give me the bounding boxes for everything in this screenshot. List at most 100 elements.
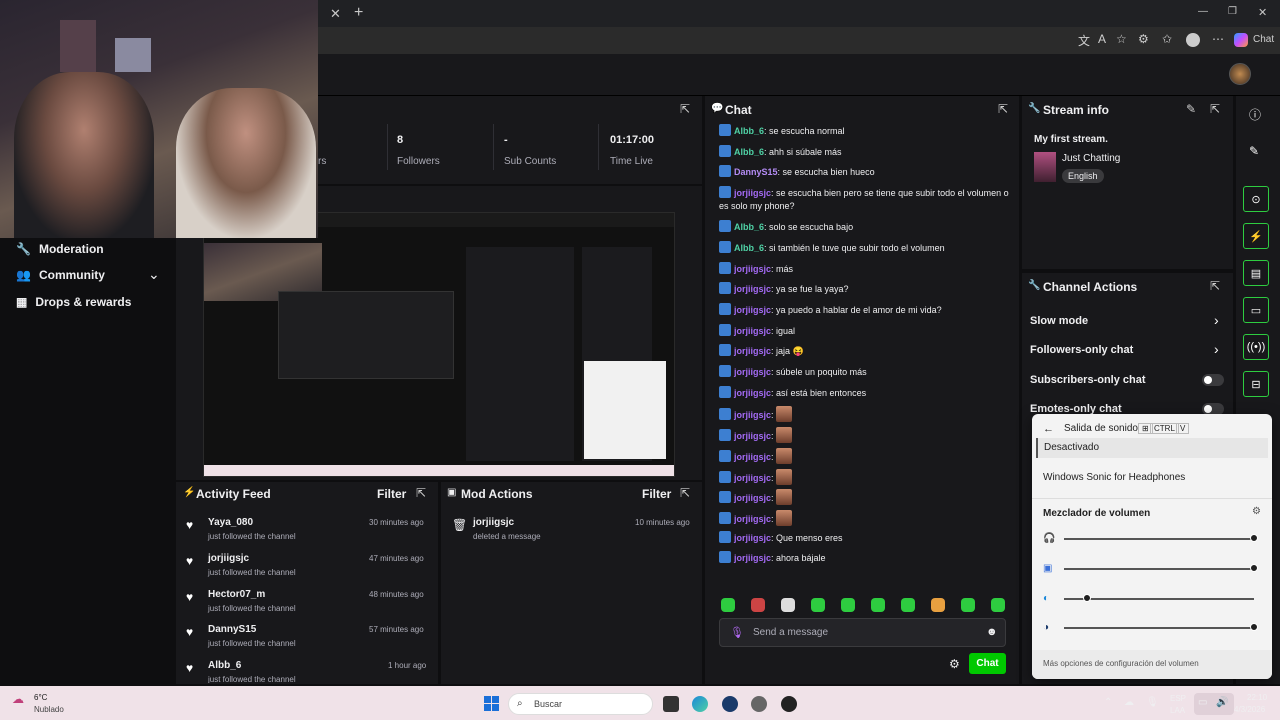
favorites-icon[interactable]: ✩	[1162, 32, 1172, 46]
emote-button[interactable]	[961, 598, 975, 612]
chat-username[interactable]: jorjiigsjc	[734, 473, 771, 483]
activity-feed-filter-button[interactable]: Filter	[377, 487, 406, 501]
feed-item-name[interactable]: jorjiigsjc	[208, 553, 249, 564]
pencil-icon[interactable]: ✎	[1249, 144, 1259, 158]
volume-slider-knob[interactable]	[1082, 594, 1091, 602]
language-top[interactable]: ESP	[1170, 694, 1186, 703]
chat-username[interactable]: jorjiigsjc	[734, 533, 771, 543]
emote-button[interactable]	[811, 598, 825, 612]
camera-icon[interactable]: ⊙	[1243, 186, 1269, 212]
output-option-selected[interactable]: Desactivado	[1036, 438, 1268, 458]
profile-avatar[interactable]	[1186, 33, 1200, 47]
followers-only-item[interactable]: Followers-only chat	[1030, 344, 1133, 356]
more-volume-options-link[interactable]: Más opciones de configuración del volume…	[1043, 659, 1199, 668]
mod-actions-filter-button[interactable]: Filter	[642, 487, 671, 501]
sidebar-item-drops-rewards[interactable]: ▦ Drops & rewards	[16, 295, 131, 309]
taskbar-date[interactable]: 4/3/2026	[1234, 705, 1265, 714]
feed-item-name[interactable]: Albb_6	[208, 660, 241, 671]
subscribers-only-item[interactable]: Subscribers-only chat	[1030, 374, 1146, 386]
chat-icon[interactable]: ▭	[1243, 297, 1269, 323]
emote-button[interactable]	[781, 598, 795, 612]
slow-mode-item[interactable]: Slow mode	[1030, 315, 1088, 327]
maximize-icon[interactable]: ❐	[1228, 6, 1237, 17]
read-aloud-icon[interactable]: A	[1098, 32, 1106, 46]
stream-category[interactable]: Just Chatting	[1062, 153, 1120, 164]
chat-username[interactable]: jorjiigsjc	[734, 305, 771, 315]
volume-slider-knob[interactable]	[1250, 623, 1258, 631]
chat-username[interactable]: jorjiigsjc	[734, 553, 771, 563]
cloud-icon[interactable]: ☁	[1124, 697, 1134, 708]
popout-icon[interactable]: ⇱	[680, 102, 690, 116]
settings-app-icon[interactable]	[751, 696, 767, 712]
emoji-icon[interactable]: ☻	[986, 626, 998, 638]
chat-username[interactable]: jorjiigsjc	[734, 367, 771, 377]
extensions-icon[interactable]: ⚙	[1138, 32, 1149, 46]
output-option-label[interactable]: Windows Sonic for Headphones	[1043, 472, 1185, 483]
chevron-right-icon[interactable]: ›	[1214, 341, 1219, 357]
emote-button[interactable]	[931, 598, 945, 612]
document-icon[interactable]: ▤	[1243, 260, 1269, 286]
close-window-icon[interactable]: ✕	[1258, 6, 1267, 19]
taskbar-search[interactable]: ⌕ Buscar	[508, 693, 653, 715]
popout-icon[interactable]: ⇱	[416, 486, 426, 500]
copilot-icon[interactable]	[1234, 33, 1248, 47]
emote-button[interactable]	[751, 598, 765, 612]
emote-button[interactable]	[901, 598, 915, 612]
chat-username[interactable]: jorjiigsjc	[734, 284, 771, 294]
task-view-icon[interactable]	[663, 696, 679, 712]
chat-username[interactable]: DannyS15	[734, 167, 778, 177]
chat-username[interactable]: jorjiigsjc	[734, 514, 771, 524]
back-arrow-icon[interactable]: ←	[1043, 423, 1054, 435]
feed-item-name[interactable]: Yaya_080	[208, 517, 253, 528]
popout-icon[interactable]: ⇱	[1210, 279, 1220, 293]
gear-icon[interactable]: ⚙	[949, 657, 960, 671]
chat-send-button[interactable]: Chat	[969, 653, 1006, 674]
copilot-chat-label[interactable]: Chat	[1253, 34, 1274, 45]
volume-slider-knob[interactable]	[1250, 564, 1258, 572]
chat-username[interactable]: jorjiigsjc	[734, 388, 771, 398]
volume-slider-track[interactable]	[1064, 538, 1254, 540]
chat-username[interactable]: jorjiigsjc	[734, 431, 771, 441]
emote-button[interactable]	[841, 598, 855, 612]
subscribers-only-toggle[interactable]	[1202, 374, 1224, 386]
chat-username[interactable]: jorjiigsjc	[734, 326, 771, 336]
volume-slider-knob[interactable]	[1250, 534, 1258, 542]
mod-item-name[interactable]: jorjiigsjc	[473, 517, 514, 528]
chevron-down-icon[interactable]: ⌄	[148, 266, 160, 283]
chat-username[interactable]: Albb_6	[734, 126, 764, 136]
windows-start-icon[interactable]	[484, 696, 499, 711]
weather-temp[interactable]: 6°C	[34, 693, 47, 702]
chat-username[interactable]: jorjiigsjc	[734, 410, 771, 420]
chat-username[interactable]: jorjiigsjc	[734, 188, 771, 198]
close-tab-icon[interactable]: ✕	[330, 6, 341, 22]
mixer-settings-icon[interactable]: ⚙	[1252, 506, 1261, 517]
translate-icon[interactable]: 文	[1078, 32, 1090, 49]
chat-username[interactable]: Albb_6	[734, 147, 764, 157]
mic-icon[interactable]: 🎙	[730, 626, 744, 639]
popout-icon[interactable]: ⇱	[998, 102, 1008, 116]
feed-item-name[interactable]: DannyS15	[208, 624, 256, 635]
popout-icon[interactable]: ⇱	[680, 486, 690, 500]
volume-slider-track[interactable]	[1064, 568, 1254, 570]
new-tab-icon[interactable]: +	[354, 4, 363, 22]
favorite-star-icon[interactable]: ☆	[1116, 32, 1127, 46]
feed-item-name[interactable]: Hector07_m	[208, 589, 265, 600]
layout-icon[interactable]: ⊟	[1243, 371, 1269, 397]
emote-button[interactable]	[991, 598, 1005, 612]
chat-input[interactable]: 🎙 Send a message ☻	[719, 618, 1006, 647]
chevron-up-icon[interactable]: ⌃	[1104, 697, 1112, 708]
chat-username[interactable]: Albb_6	[734, 222, 764, 232]
minimize-icon[interactable]: —	[1198, 6, 1208, 17]
chat-username[interactable]: jorjiigsjc	[734, 493, 771, 503]
more-menu-icon[interactable]: ⋯	[1212, 32, 1224, 46]
volume-slider-track[interactable]	[1064, 627, 1254, 629]
info-icon[interactable]: ⓘ	[1249, 106, 1261, 123]
chevron-right-icon[interactable]: ›	[1214, 312, 1219, 328]
broadcast-icon[interactable]: ((•))	[1243, 334, 1269, 360]
app-icon[interactable]	[781, 696, 797, 712]
steam-app-icon[interactable]	[722, 696, 738, 712]
weather-icon[interactable]: ☁	[12, 692, 24, 706]
lightning-icon[interactable]: ⚡	[1243, 223, 1269, 249]
stream-preview-video[interactable]	[203, 212, 675, 477]
microphone-icon[interactable]: 🎙	[1146, 697, 1159, 708]
